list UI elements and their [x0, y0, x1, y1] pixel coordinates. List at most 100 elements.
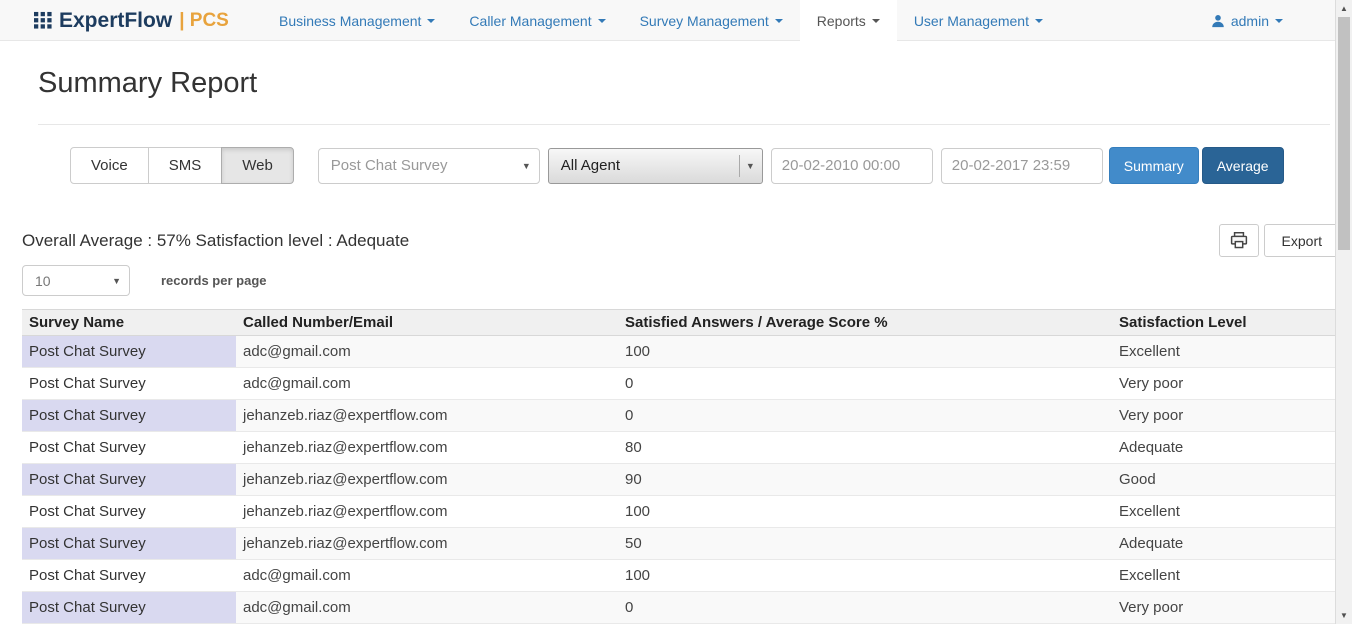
caret-down-icon — [872, 19, 880, 23]
cell-satisfaction-level: Very poor — [1112, 368, 1335, 400]
header-score[interactable]: Satisfied Answers / Average Score % — [618, 310, 1112, 336]
tab-voice[interactable]: Voice — [70, 147, 149, 184]
pagesize-row: 10 ▼ records per page — [22, 265, 1352, 296]
brand-name: ExpertFlow — [59, 9, 172, 33]
page-size-select[interactable]: 10 ▼ — [22, 265, 130, 296]
nav-item-reports[interactable]: Reports — [800, 0, 897, 41]
cell-score: 100 — [618, 560, 1112, 592]
page-title: Summary Report — [38, 67, 1352, 100]
nav-item-business-management[interactable]: Business Management — [262, 0, 452, 41]
cell-called-number: jehanzeb.riaz@expertflow.com — [236, 496, 618, 528]
cell-score: 100 — [618, 496, 1112, 528]
survey-select[interactable]: Post Chat Survey ▼ — [318, 148, 540, 184]
caret-down-icon — [427, 19, 435, 23]
cell-survey-name: Post Chat Survey — [22, 400, 236, 432]
tab-web[interactable]: Web — [221, 147, 294, 184]
nav-item-label: User Management — [914, 13, 1029, 29]
table-row: Post Chat Survey adc@gmail.com 0 Very po… — [22, 592, 1335, 624]
cell-satisfaction-level: Very poor — [1112, 592, 1335, 624]
cell-called-number: adc@gmail.com — [236, 560, 618, 592]
cell-score: 0 — [618, 592, 1112, 624]
cell-survey-name: Post Chat Survey — [22, 336, 236, 368]
caret-down-icon — [1035, 19, 1043, 23]
table-row: Post Chat Survey jehanzeb.riaz@expertflo… — [22, 496, 1335, 528]
table-row: Post Chat Survey jehanzeb.riaz@expertflo… — [22, 464, 1335, 496]
report-actions: Export — [1219, 224, 1340, 257]
results-table-body: Post Chat Survey adc@gmail.com 100 Excel… — [22, 336, 1335, 624]
scroll-down-arrow-icon[interactable]: ▼ — [1336, 607, 1352, 624]
brand-logo-link[interactable]: ExpertFlow | PCS — [0, 0, 262, 41]
cell-satisfaction-level: Adequate — [1112, 528, 1335, 560]
nav-item-label: Business Management — [279, 13, 421, 29]
filter-toolbar: Voice SMS Web Post Chat Survey ▼ All Age… — [70, 147, 1352, 184]
page-size-value: 10 — [35, 273, 51, 289]
cell-satisfaction-level: Excellent — [1112, 560, 1335, 592]
user-menu-admin[interactable]: admin — [1211, 0, 1283, 41]
header-satisfaction-level[interactable]: Satisfaction Level — [1112, 310, 1335, 336]
header-survey-name[interactable]: Survey Name — [22, 310, 236, 336]
main-nav: Business Management Caller Management Su… — [262, 0, 1060, 41]
dropdown-arrow-icon: ▼ — [739, 155, 755, 177]
brand-suffix: | PCS — [179, 10, 229, 32]
cell-survey-name: Post Chat Survey — [22, 528, 236, 560]
navbar: ExpertFlow | PCS Business Management Cal… — [0, 0, 1352, 41]
scrollbar-thumb[interactable] — [1338, 17, 1350, 250]
export-button[interactable]: Export — [1264, 224, 1340, 257]
dropdown-arrow-icon: ▼ — [112, 276, 121, 286]
cell-satisfaction-level: Excellent — [1112, 336, 1335, 368]
cell-survey-name: Post Chat Survey — [22, 432, 236, 464]
scroll-up-arrow-icon[interactable]: ▲ — [1336, 0, 1352, 17]
cell-called-number: adc@gmail.com — [236, 336, 618, 368]
cell-called-number: jehanzeb.riaz@expertflow.com — [236, 528, 618, 560]
nav-item-label: Reports — [817, 13, 866, 29]
cell-satisfaction-level: Excellent — [1112, 496, 1335, 528]
table-header-row: Survey Name Called Number/Email Satisfie… — [22, 310, 1335, 336]
dropdown-arrow-icon: ▼ — [522, 161, 531, 171]
print-button[interactable] — [1219, 224, 1259, 257]
table-row: Post Chat Survey adc@gmail.com 100 Excel… — [22, 560, 1335, 592]
nav-item-user-management[interactable]: User Management — [897, 0, 1060, 41]
cell-satisfaction-level: Very poor — [1112, 400, 1335, 432]
agent-select[interactable]: All Agent ▼ — [548, 148, 763, 184]
table-row: Post Chat Survey adc@gmail.com 0 Very po… — [22, 368, 1335, 400]
cell-called-number: jehanzeb.riaz@expertflow.com — [236, 432, 618, 464]
summary-button[interactable]: Summary — [1109, 147, 1199, 184]
caret-down-icon — [1275, 19, 1283, 23]
summary-row: Overall Average : 57% Satisfaction level… — [22, 224, 1340, 257]
nav-item-label: Caller Management — [469, 13, 591, 29]
nav-item-survey-management[interactable]: Survey Management — [623, 0, 800, 41]
cell-score: 0 — [618, 400, 1112, 432]
navbar-divider — [0, 40, 1352, 41]
results-table: Survey Name Called Number/Email Satisfie… — [22, 309, 1335, 624]
title-divider — [38, 124, 1330, 125]
cell-score: 0 — [618, 368, 1112, 400]
user-name: admin — [1231, 13, 1269, 29]
expertflow-logo-icon — [34, 11, 53, 30]
table-row: Post Chat Survey jehanzeb.riaz@expertflo… — [22, 432, 1335, 464]
cell-called-number: adc@gmail.com — [236, 592, 618, 624]
agent-select-value: All Agent — [561, 157, 620, 174]
cell-survey-name: Post Chat Survey — [22, 368, 236, 400]
cell-survey-name: Post Chat Survey — [22, 496, 236, 528]
table-row: Post Chat Survey adc@gmail.com 100 Excel… — [22, 336, 1335, 368]
table-row: Post Chat Survey jehanzeb.riaz@expertflo… — [22, 400, 1335, 432]
cell-survey-name: Post Chat Survey — [22, 464, 236, 496]
cell-called-number: adc@gmail.com — [236, 368, 618, 400]
cell-score: 80 — [618, 432, 1112, 464]
vertical-scrollbar[interactable]: ▲ ▼ — [1335, 0, 1352, 624]
average-button[interactable]: Average — [1202, 147, 1284, 184]
nav-item-caller-management[interactable]: Caller Management — [452, 0, 622, 41]
printer-icon — [1230, 232, 1248, 249]
cell-score: 90 — [618, 464, 1112, 496]
survey-select-value: Post Chat Survey — [331, 157, 448, 174]
cell-survey-name: Post Chat Survey — [22, 592, 236, 624]
overall-average-text: Overall Average : 57% Satisfaction level… — [22, 231, 409, 251]
cell-score: 50 — [618, 528, 1112, 560]
header-called-number[interactable]: Called Number/Email — [236, 310, 618, 336]
caret-down-icon — [598, 19, 606, 23]
tab-sms[interactable]: SMS — [148, 147, 223, 184]
cell-satisfaction-level: Adequate — [1112, 432, 1335, 464]
channel-button-group: Voice SMS Web — [70, 147, 294, 184]
date-to-input[interactable] — [941, 148, 1103, 184]
date-from-input[interactable] — [771, 148, 933, 184]
